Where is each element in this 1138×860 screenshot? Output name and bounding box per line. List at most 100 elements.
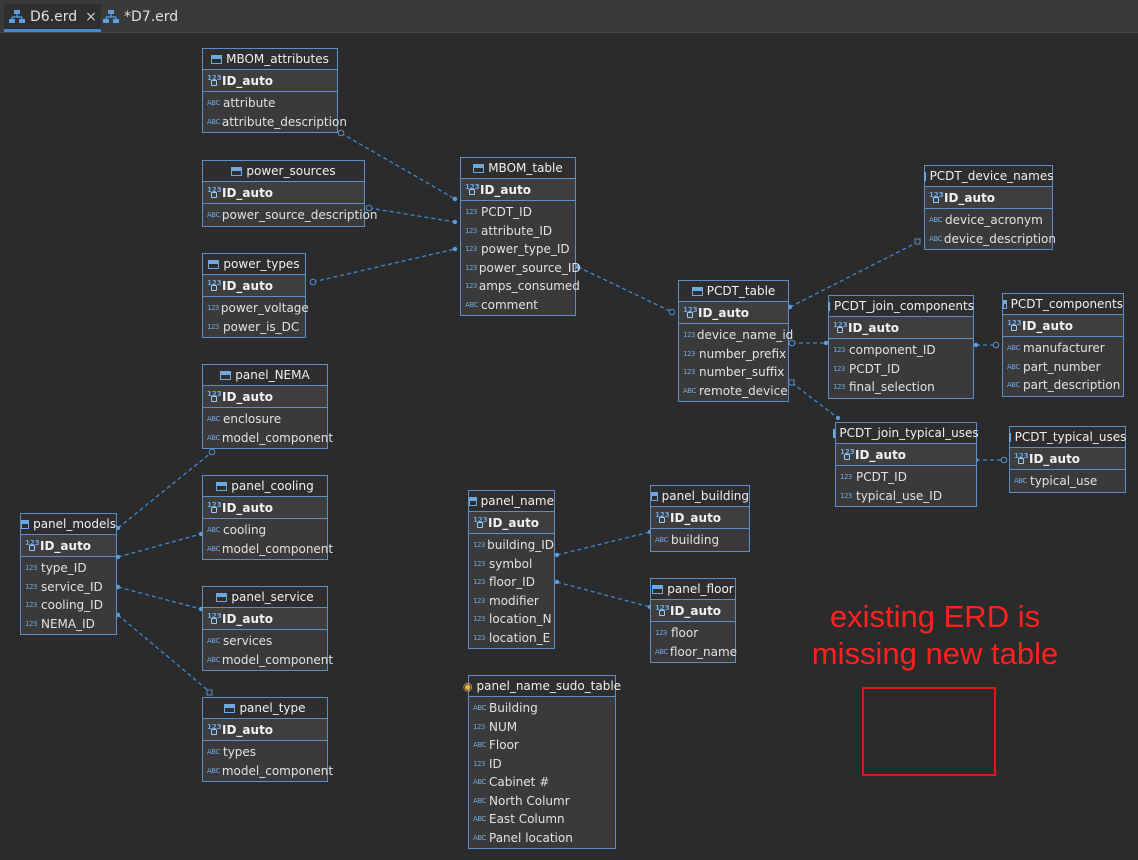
primary-key-row[interactable]: 123 ID_auto xyxy=(461,179,575,201)
column-row[interactable]: ABC remote_device xyxy=(679,382,788,401)
column-row[interactable]: 123 NUM xyxy=(469,718,615,737)
entity-header[interactable]: MBOM_table xyxy=(461,158,575,179)
column-row[interactable]: 123 location_N xyxy=(469,610,554,629)
column-row[interactable]: ABC East Column xyxy=(469,810,615,829)
entity-header[interactable]: MBOM_attributes xyxy=(203,49,337,70)
entity-header[interactable]: ◉ panel_name_sudo_table xyxy=(463,676,621,697)
column-row[interactable]: ABC manufacturer xyxy=(1003,339,1123,358)
entity-header[interactable]: panel_NEMA xyxy=(203,365,327,386)
column-row[interactable]: ABC device_acronym xyxy=(925,211,1052,230)
entity-mbom-table[interactable]: MBOM_table 123 ID_auto 123 PCDT_ID 123 attribu… xyxy=(460,157,581,316)
tab-d6-erd[interactable]: D6.erd × xyxy=(4,4,101,32)
column-row[interactable]: ABC comment xyxy=(461,296,575,315)
entity-panel-building[interactable]: panel_building 123 ID_auto ABC building xyxy=(650,485,750,552)
entity-header[interactable]: PCDT_typical_uses xyxy=(1008,427,1126,448)
primary-key-row[interactable]: 123 ID_auto xyxy=(829,317,973,339)
column-row[interactable]: 123 PCDT_ID xyxy=(461,203,575,222)
column-row[interactable]: 123 PCDT_ID xyxy=(836,468,976,487)
column-row[interactable]: ABC building xyxy=(651,531,749,550)
column-row[interactable]: ABC attribute_description xyxy=(203,113,347,132)
primary-key-row[interactable]: 123 ID_auto xyxy=(203,608,327,630)
column-row[interactable]: 123 floor xyxy=(651,624,735,643)
column-row[interactable]: 123 ID xyxy=(469,755,615,774)
primary-key-row[interactable]: 123 ID_auto xyxy=(203,386,327,408)
primary-key-row[interactable]: 123 ID_auto xyxy=(679,302,788,324)
entity-header[interactable]: panel_floor xyxy=(651,579,735,600)
entity-header[interactable]: panel_cooling xyxy=(203,476,327,497)
entity-power-types[interactable]: power_types 123 ID_auto 123 power_voltage 123… xyxy=(202,253,309,338)
column-row[interactable]: ABC floor_name xyxy=(651,643,737,662)
column-row[interactable]: 123 floor_ID xyxy=(469,573,554,592)
column-row[interactable]: ABC model_component xyxy=(203,540,333,559)
column-row[interactable]: 123 building_ID xyxy=(469,536,554,555)
column-row[interactable]: ABC model_component xyxy=(203,762,333,781)
column-row[interactable]: 123 number_prefix xyxy=(679,345,788,364)
entity-panel-cooling[interactable]: panel_cooling 123 ID_auto ABC cooling ABC mode… xyxy=(202,475,333,560)
column-row[interactable]: 123 component_ID xyxy=(829,341,973,360)
column-row[interactable]: 123 symbol xyxy=(469,555,554,574)
column-row[interactable]: ABC Building xyxy=(469,699,615,718)
entity-panel-name[interactable]: panel_name 123 ID_auto 123 building_ID 123 sym… xyxy=(468,490,555,649)
column-row[interactable]: 123 power_source_ID xyxy=(461,259,581,278)
entity-power-sources[interactable]: power_sources 123 ID_auto ABC power_source_d… xyxy=(202,160,378,227)
entity-panel-models[interactable]: panel_models 123 ID_auto 123 type_ID 123 servi… xyxy=(20,513,117,635)
column-row[interactable]: ABC typical_use xyxy=(1010,472,1125,491)
entity-pcdt-join-components[interactable]: PCDT_join_components 123 ID_auto 123 compone… xyxy=(828,295,974,399)
entity-pcdt-components[interactable]: PCDT_components 123 ID_auto ABC manufacturer… xyxy=(1002,293,1124,397)
column-row[interactable]: 123 modifier xyxy=(469,592,554,611)
entity-header[interactable]: panel_service xyxy=(203,587,327,608)
entity-header[interactable]: PCDT_join_typical_uses xyxy=(833,423,979,444)
primary-key-row[interactable]: 123 ID_auto xyxy=(203,70,337,92)
primary-key-row[interactable]: 123 ID_auto xyxy=(651,600,735,622)
column-row[interactable]: ABC part_number xyxy=(1003,358,1123,377)
entity-header[interactable]: PCDT_table xyxy=(679,281,788,302)
tab-d7-erd[interactable]: *D7.erd xyxy=(98,4,182,30)
column-row[interactable]: ABC device_description xyxy=(925,230,1056,249)
column-row[interactable]: ABC model_component xyxy=(203,429,333,448)
entity-header[interactable]: PCDT_device_names xyxy=(923,166,1053,187)
column-row[interactable]: 123 cooling_ID xyxy=(21,596,116,615)
column-row[interactable]: ABC enclosure xyxy=(203,410,327,429)
entity-panel-nema[interactable]: panel_NEMA 123 ID_auto ABC enclosure ABC model… xyxy=(202,364,333,449)
primary-key-row[interactable]: 123 ID_auto xyxy=(203,497,327,519)
column-row[interactable]: 123 power_type_ID xyxy=(461,240,575,259)
column-row[interactable]: ABC power_source_description xyxy=(203,206,378,225)
entity-pcdt-table[interactable]: PCDT_table 123 ID_auto 123 device_name_id 123… xyxy=(678,280,793,402)
column-row[interactable]: ABC North Columr xyxy=(469,792,615,811)
column-row[interactable]: ABC cooling xyxy=(203,521,327,540)
column-row[interactable]: ABC Panel location xyxy=(469,829,615,848)
column-row[interactable]: ABC types xyxy=(203,743,327,762)
column-row[interactable]: ABC attribute xyxy=(203,94,337,113)
primary-key-row[interactable]: 123 ID_auto xyxy=(1010,448,1125,470)
primary-key-row[interactable]: 123 ID_auto xyxy=(651,507,749,529)
column-row[interactable]: 123 location_E xyxy=(469,629,554,648)
primary-key-row[interactable]: 123 ID_auto xyxy=(203,275,305,297)
entity-header[interactable]: power_sources xyxy=(203,161,364,182)
column-row[interactable]: 123 PCDT_ID xyxy=(829,360,973,379)
entity-panel-floor[interactable]: panel_floor 123 ID_auto 123 floor ABC floor_na… xyxy=(650,578,737,663)
column-row[interactable]: 123 amps_consumed xyxy=(461,277,580,296)
column-row[interactable]: 123 typical_use_ID xyxy=(836,487,976,506)
column-row[interactable]: ABC Cabinet # xyxy=(469,773,615,792)
column-row[interactable]: 123 type_ID xyxy=(21,559,116,578)
entity-panel-service[interactable]: panel_service 123 ID_auto ABC services ABC mod… xyxy=(202,586,333,671)
column-row[interactable]: ABC services xyxy=(203,632,327,651)
entity-pcdt-typical-uses[interactable]: PCDT_typical_uses 123 ID_auto ABC typical_us… xyxy=(1008,426,1126,493)
column-row[interactable]: 123 power_is_DC xyxy=(203,318,305,337)
column-row[interactable]: 123 final_selection xyxy=(829,378,973,397)
primary-key-row[interactable]: 123 ID_auto xyxy=(836,444,976,466)
column-row[interactable]: 123 service_ID xyxy=(21,578,116,597)
column-row[interactable]: 123 device_name_id xyxy=(679,326,793,345)
primary-key-row[interactable]: 123 ID_auto xyxy=(21,535,116,557)
entity-header[interactable]: panel_name xyxy=(469,491,554,512)
close-icon[interactable]: × xyxy=(85,9,97,25)
column-row[interactable]: 123 power_voltage xyxy=(203,299,309,318)
column-row[interactable]: 123 attribute_ID xyxy=(461,222,575,241)
entity-pcdt-join-typical-uses[interactable]: PCDT_join_typical_uses 123 ID_auto 123 PCDT_… xyxy=(833,422,979,507)
entity-header[interactable]: power_types xyxy=(203,254,305,275)
entity-header[interactable]: panel_models xyxy=(21,514,116,535)
entity-mbom-attributes[interactable]: MBOM_attributes 123 ID_auto ABC attribute ABC… xyxy=(202,48,347,133)
entity-header[interactable]: panel_type xyxy=(203,698,327,719)
entity-panel-type[interactable]: panel_type 123 ID_auto ABC types ABC model_com… xyxy=(202,697,333,782)
entity-header[interactable]: PCDT_join_components xyxy=(828,296,974,317)
